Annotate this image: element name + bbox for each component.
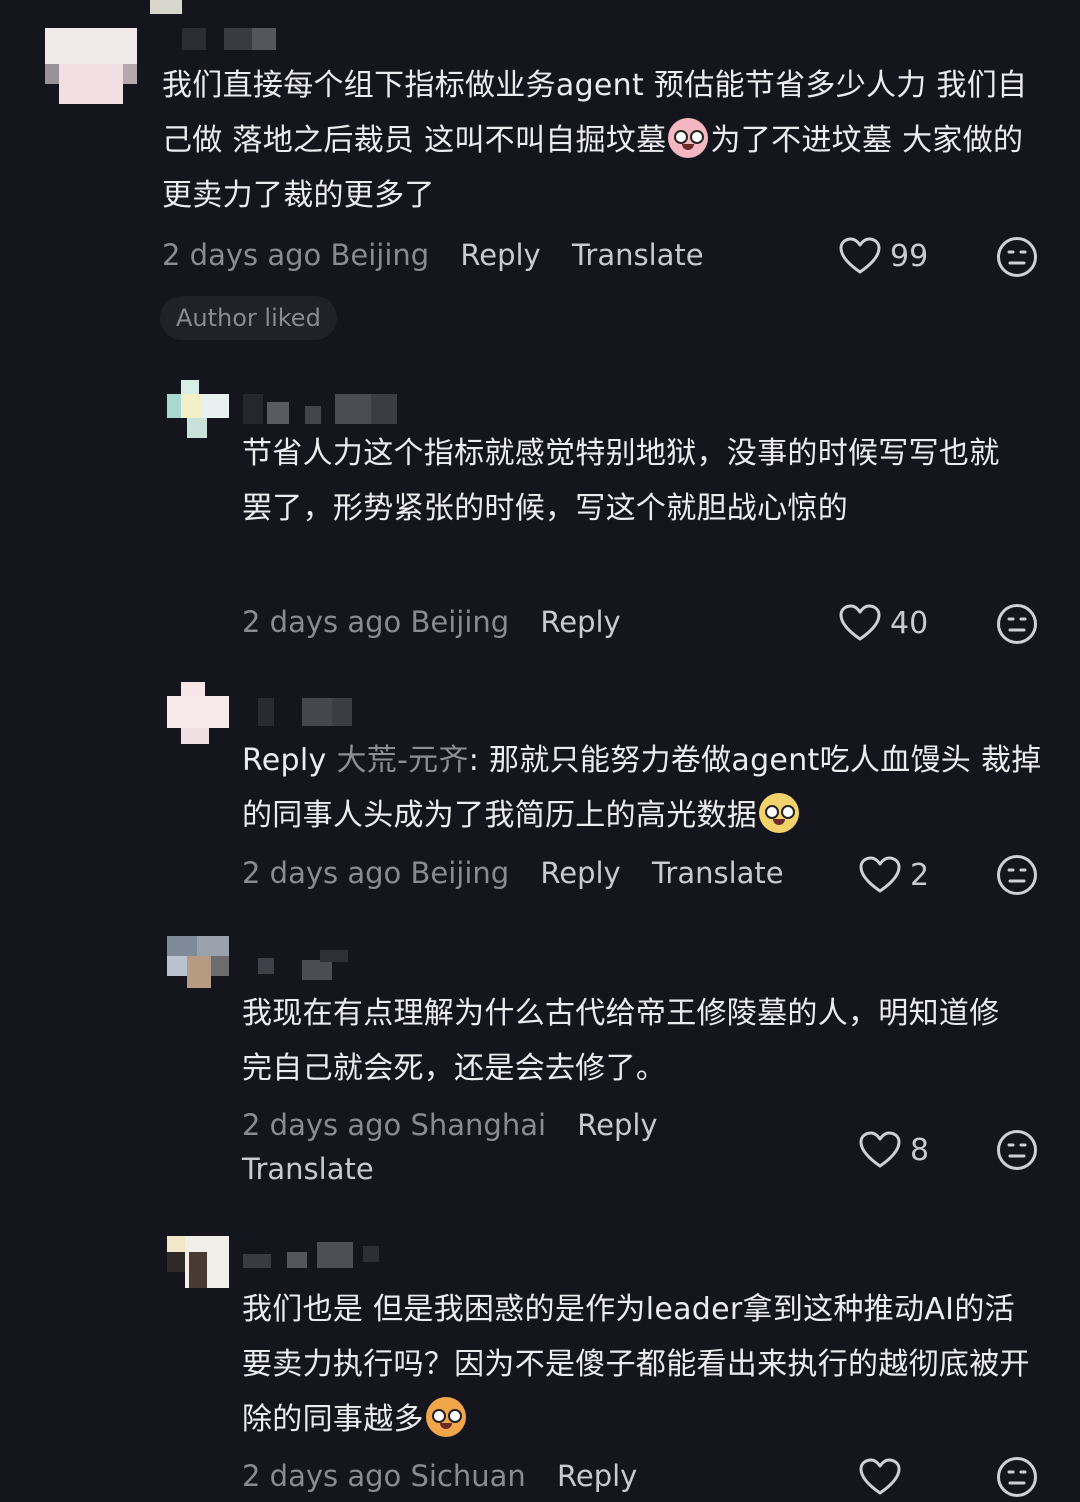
comment-meta: 2 days ago Shanghai Reply <box>242 1103 658 1147</box>
timestamp: 2 days ago <box>242 1459 402 1493</box>
like-button[interactable]: 40 <box>838 603 928 643</box>
comment-text: Reply 大荒-元齐: 那就只能努力卷做agent吃人血馒头 裁掉的同事人头成… <box>242 733 1042 843</box>
comment-meta: 2 days ago Sichuan Reply <box>242 1454 637 1498</box>
like-count: 99 <box>890 238 929 274</box>
heart-outline-icon <box>859 856 901 893</box>
username-redacted[interactable] <box>243 1242 379 1268</box>
neutral-face-icon <box>997 1457 1037 1497</box>
reply-button[interactable]: Reply <box>540 856 620 890</box>
like-count: 40 <box>890 605 929 641</box>
author-liked-badge: Author liked <box>160 296 337 340</box>
avatar[interactable] <box>167 936 229 988</box>
username-redacted[interactable] <box>258 950 348 980</box>
username-redacted[interactable] <box>258 698 352 726</box>
username-redacted[interactable] <box>243 394 397 424</box>
location: Shanghai <box>410 1108 547 1142</box>
location: Beijing <box>410 605 510 639</box>
neutral-face-icon <box>997 604 1037 644</box>
reply-button[interactable]: Reply <box>577 1108 657 1142</box>
dislike-button[interactable] <box>996 1129 1038 1171</box>
like-count: 2 <box>910 857 930 893</box>
dislike-button[interactable] <box>996 1456 1038 1498</box>
comment-text: 节省人力这个指标就感觉特别地狱，没事的时候写写也就罢了，形势紧张的时候，写这个就… <box>242 436 1000 526</box>
reply-button[interactable]: Reply <box>557 1459 637 1493</box>
comment-text: 我现在有点理解为什么古代给帝王修陵墓的人，明知道修完自己就会死，还是会去修了。 <box>242 996 1000 1086</box>
neutral-face-icon <box>997 855 1037 895</box>
location: Beijing <box>410 856 510 890</box>
neutral-face-icon <box>997 237 1037 277</box>
comment-meta: 2 days ago Beijing Reply Translate <box>242 851 784 895</box>
comment-text-body: 我们也是 但是我困惑的是作为leader拿到这种推动AI的活要卖力执行吗？因为不… <box>242 1292 1030 1437</box>
smug-face-emoji-icon <box>759 793 800 833</box>
reply-prefix: Reply <box>242 743 327 778</box>
timestamp: 2 days ago <box>242 1108 402 1142</box>
comment-meta: 2 days ago Beijing Reply Translate <box>162 233 704 277</box>
comment-text: 我们也是 但是我困惑的是作为leader拿到这种推动AI的活要卖力执行吗？因为不… <box>242 1282 1032 1447</box>
avatar[interactable] <box>167 380 229 438</box>
timestamp: 2 days ago <box>242 856 402 890</box>
translate-button[interactable]: Translate <box>572 238 704 272</box>
neutral-face-icon <box>997 1130 1037 1170</box>
timestamp: 2 days ago <box>242 605 402 639</box>
location: Sichuan <box>410 1459 526 1493</box>
pixelated-avatar-fragment <box>150 0 182 14</box>
avatar[interactable] <box>167 1236 229 1288</box>
heart-outline-icon <box>859 1458 901 1495</box>
dislike-button[interactable] <box>996 603 1038 645</box>
heart-outline-icon <box>839 604 881 641</box>
username-redacted[interactable] <box>182 28 276 50</box>
scared-face-emoji-icon <box>668 118 709 158</box>
like-button[interactable]: 99 <box>838 236 928 276</box>
like-count: 8 <box>910 1132 930 1168</box>
heart-outline-icon <box>839 237 881 274</box>
heart-outline-icon <box>859 1131 901 1168</box>
reply-button[interactable]: Reply <box>460 238 540 272</box>
reply-button[interactable]: Reply <box>540 605 620 639</box>
like-button[interactable]: 2 <box>858 855 929 895</box>
comment-text: 我们直接每个组下指标做业务agent 预估能节省多少人力 我们自己做 落地之后裁… <box>162 58 1042 223</box>
avatar[interactable] <box>167 682 229 744</box>
dislike-button[interactable] <box>996 236 1038 278</box>
quoted-username[interactable]: 大荒-元齐 <box>336 743 468 778</box>
like-button[interactable] <box>858 1457 910 1497</box>
timestamp: 2 days ago <box>162 238 322 272</box>
like-button[interactable]: 8 <box>858 1130 929 1170</box>
dislike-button[interactable] <box>996 854 1038 896</box>
comment-meta: 2 days ago Beijing Reply <box>242 600 621 644</box>
translate-button[interactable]: Translate <box>242 1147 374 1191</box>
avatar[interactable] <box>45 28 137 104</box>
crying-cat-emoji-icon <box>425 1397 466 1437</box>
location: Beijing <box>330 238 430 272</box>
translate-button[interactable]: Translate <box>652 856 784 890</box>
